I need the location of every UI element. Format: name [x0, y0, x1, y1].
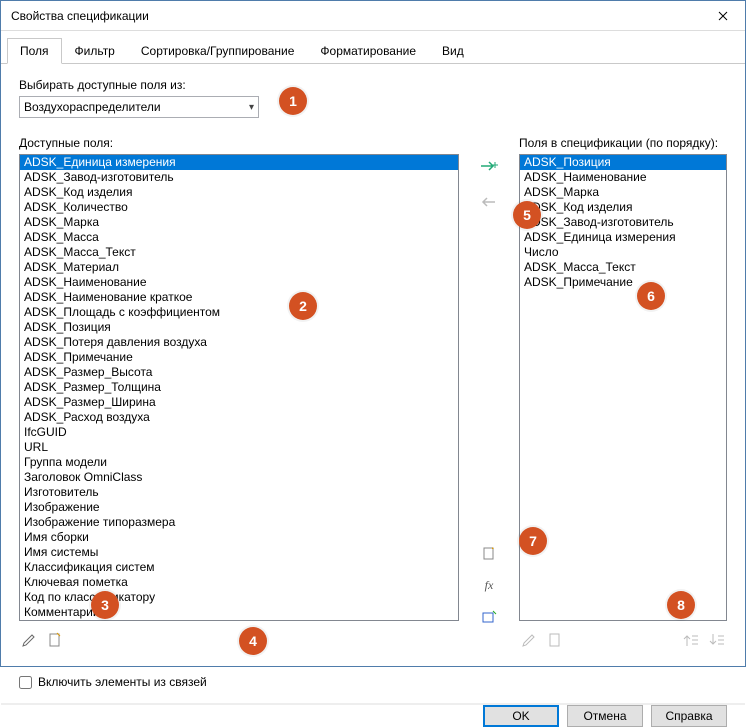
list-item[interactable]: ADSK_Наименование краткое — [20, 290, 458, 305]
list-item[interactable]: Ключевая пометка — [20, 575, 458, 590]
list-item[interactable]: ADSK_Единица измерения — [20, 155, 458, 170]
available-label: Доступные поля: — [19, 136, 459, 150]
tab[interactable]: Сортировка/Группирование — [128, 38, 308, 64]
tab[interactable]: Вид — [429, 38, 477, 64]
list-item[interactable]: ADSK_Позиция — [20, 320, 458, 335]
list-item[interactable]: ADSK_Код изделия — [20, 185, 458, 200]
close-button[interactable] — [700, 1, 745, 31]
list-item[interactable]: ADSK_Наименование — [520, 170, 726, 185]
cancel-button[interactable]: Отмена — [567, 705, 643, 727]
delete-page-icon — [547, 632, 563, 648]
annotation-badge: 3 — [91, 591, 119, 619]
category-dropdown[interactable]: Воздухораспределители ▾ — [19, 96, 259, 118]
list-item[interactable]: IfcGUID — [20, 425, 458, 440]
include-linked-checkbox[interactable] — [19, 676, 32, 689]
calculated-value-button[interactable]: fx — [477, 575, 501, 595]
list-item[interactable]: ADSK_Материал — [20, 260, 458, 275]
list-item[interactable]: ADSK_Размер_Толщина — [20, 380, 458, 395]
scheduled-label: Поля в спецификации (по порядку): — [519, 136, 727, 150]
tab[interactable]: Фильтр — [62, 38, 128, 64]
category-dropdown-value: Воздухораспределители — [24, 100, 161, 114]
list-item[interactable]: ADSK_Примечание — [20, 350, 458, 365]
combine-icon — [481, 609, 497, 625]
move-down-icon — [709, 632, 725, 648]
list-item[interactable]: ADSK_Масса_Текст — [20, 245, 458, 260]
list-item[interactable]: Имя системы — [20, 545, 458, 560]
list-item[interactable]: ADSK_Потеря давления воздуха — [20, 335, 458, 350]
remove-field-button[interactable] — [477, 192, 501, 212]
arrow-right-add-icon — [479, 158, 499, 174]
window-title: Свойства спецификации — [11, 9, 700, 23]
select-from-label: Выбирать доступные поля из: — [19, 78, 727, 92]
help-button[interactable]: Справка — [651, 705, 727, 727]
pencil-icon — [521, 632, 537, 648]
list-item[interactable]: ADSK_Размер_Ширина — [20, 395, 458, 410]
list-item[interactable]: ADSK_Примечание — [520, 275, 726, 290]
list-item[interactable]: ADSK_Код изделия — [520, 200, 726, 215]
list-item[interactable]: ADSK_Площадь с коэффициентом — [20, 305, 458, 320]
list-item[interactable]: ADSK_Масса_Текст — [520, 260, 726, 275]
list-item[interactable]: Классификация систем — [20, 560, 458, 575]
list-item[interactable]: Изображение — [20, 500, 458, 515]
ok-button[interactable]: OK — [483, 705, 559, 727]
move-down-button[interactable] — [707, 630, 727, 650]
annotation-badge: 4 — [239, 627, 267, 655]
tab[interactable]: Форматирование — [307, 38, 429, 64]
list-item[interactable]: ADSK_Марка — [520, 185, 726, 200]
list-item[interactable]: ADSK_Количество — [20, 200, 458, 215]
available-fields-list[interactable]: ADSK_Единица измеренияADSK_Завод-изготов… — [19, 154, 459, 621]
annotation-badge: 2 — [289, 292, 317, 320]
annotation-badge: 7 — [519, 527, 547, 555]
list-item[interactable]: Комментарии — [20, 605, 458, 620]
list-item[interactable]: Заголовок OmniClass — [20, 470, 458, 485]
list-item[interactable]: Группа модели — [20, 455, 458, 470]
combine-parameters-button[interactable] — [477, 607, 501, 627]
include-linked-label: Включить элементы из связей — [38, 675, 207, 689]
tab[interactable]: Поля — [7, 38, 62, 64]
pencil-icon — [21, 632, 37, 648]
list-item[interactable]: ADSK_Размер_Высота — [20, 365, 458, 380]
list-item[interactable]: ADSK_Марка — [20, 215, 458, 230]
list-item[interactable]: ADSK_Расход воздуха — [20, 410, 458, 425]
new-parameter-button[interactable] — [45, 630, 65, 650]
list-item[interactable]: Число — [520, 245, 726, 260]
list-item[interactable]: ADSK_Завод-изготовитель — [20, 170, 458, 185]
edit-parameter-button[interactable] — [19, 630, 39, 650]
move-up-button[interactable] — [681, 630, 701, 650]
titlebar: Свойства спецификации — [1, 1, 745, 31]
delete-scheduled-button[interactable] — [545, 630, 565, 650]
chevron-down-icon: ▾ — [249, 102, 254, 113]
list-item[interactable]: ADSK_Позиция — [520, 155, 726, 170]
list-item[interactable]: ADSK_Наименование — [20, 275, 458, 290]
list-item[interactable]: ADSK_Завод-изготовитель — [520, 215, 726, 230]
tab-strip: ПоляФильтрСортировка/ГруппированиеФормат… — [1, 31, 745, 64]
arrow-left-icon — [479, 194, 499, 210]
annotation-badge: 8 — [667, 591, 695, 619]
list-item[interactable]: URL — [20, 440, 458, 455]
list-item[interactable]: Изображение типоразмера — [20, 515, 458, 530]
scheduled-fields-list[interactable]: ADSK_ПозицияADSK_НаименованиеADSK_МаркаA… — [519, 154, 727, 621]
new-page-icon — [47, 632, 63, 648]
list-item[interactable]: Имя сборки — [20, 530, 458, 545]
list-item[interactable]: Код по классификатору — [20, 590, 458, 605]
new-parameter-mid-button[interactable] — [477, 543, 501, 563]
list-item[interactable]: ADSK_Масса — [20, 230, 458, 245]
annotation-badge: 5 — [513, 201, 541, 229]
list-item[interactable]: ADSK_Единица измерения — [520, 230, 726, 245]
annotation-badge: 6 — [637, 282, 665, 310]
list-item[interactable]: Изготовитель — [20, 485, 458, 500]
new-page-star-icon — [481, 545, 497, 561]
move-up-icon — [683, 632, 699, 648]
close-icon — [718, 11, 728, 21]
edit-scheduled-button[interactable] — [519, 630, 539, 650]
annotation-badge: 1 — [279, 87, 307, 115]
add-field-button[interactable] — [477, 156, 501, 176]
